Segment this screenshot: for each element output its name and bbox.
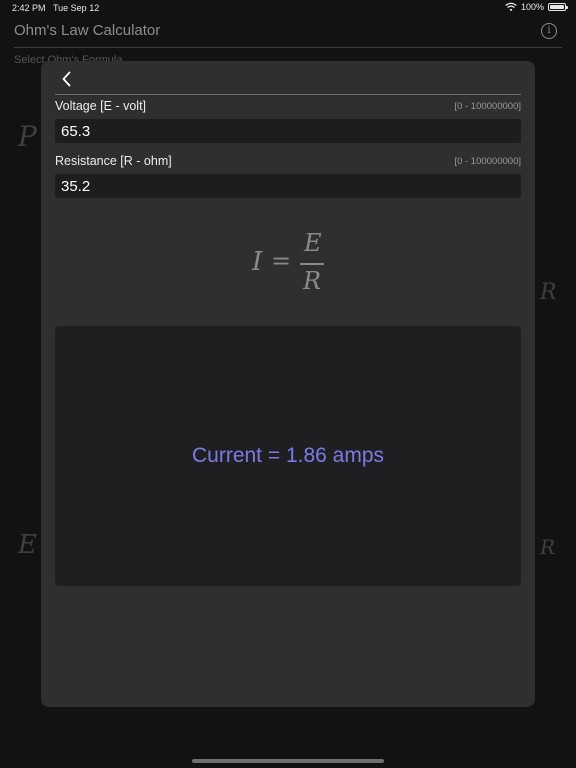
formula-fraction-bar	[300, 263, 324, 265]
resistance-input[interactable]	[55, 174, 521, 198]
info-icon[interactable]: i	[541, 23, 557, 39]
resistance-label: Resistance [R - ohm]	[55, 154, 172, 168]
voltage-label: Voltage [E - volt]	[55, 99, 147, 113]
bg-formula-glyph-right-bottom: R	[540, 535, 556, 559]
screen: 2:42 PM Tue Sep 12 100% Ohm's Law Calcul…	[0, 0, 576, 768]
result-text: Current = 1.86 amps	[191, 444, 384, 467]
formula-display: I = E R	[41, 229, 535, 299]
bg-formula-glyph-left-bottom: E	[18, 530, 37, 560]
voltage-range: [0 - 100000000]	[454, 101, 521, 112]
voltage-input[interactable]	[55, 119, 521, 143]
formula-lhs: I	[252, 247, 263, 277]
formula-numerator: E	[304, 229, 322, 257]
back-chevron-icon[interactable]	[57, 69, 77, 89]
formula-equals: =	[271, 247, 292, 275]
bg-formula-glyph-left: P	[18, 120, 37, 153]
app-title: Ohm's Law Calculator	[14, 22, 161, 39]
calculator-sheet: Voltage [E - volt] [0 - 100000000] Resis…	[41, 61, 535, 707]
result-card: Current = 1.86 amps	[55, 326, 521, 586]
header-divider	[14, 47, 562, 48]
bg-formula-glyph-right: R	[540, 280, 557, 305]
resistance-range: [0 - 100000000]	[454, 156, 521, 167]
sheet-divider	[55, 94, 521, 95]
formula-denominator: R	[303, 267, 322, 295]
home-indicator[interactable]	[192, 759, 384, 763]
